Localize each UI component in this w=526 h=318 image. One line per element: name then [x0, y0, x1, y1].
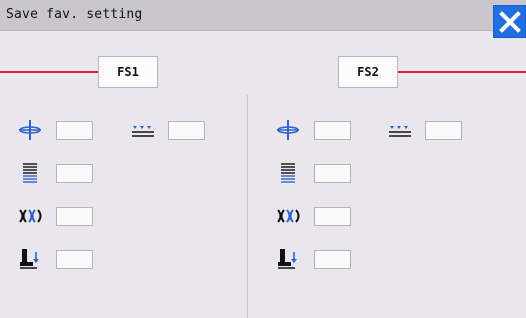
fs1-connector-line: [0, 71, 98, 73]
fs1-needle-position-field[interactable]: [56, 121, 93, 140]
fs1-stitch-length-field[interactable]: [56, 164, 93, 183]
window-title: Save fav. setting: [6, 7, 143, 22]
panel-divider: [247, 95, 248, 318]
title-bar: Save fav. setting: [0, 0, 526, 31]
close-icon: [498, 10, 521, 33]
presser-foot-icon: [20, 249, 39, 269]
feed-icon: [132, 126, 154, 137]
thread-tension-icon: [277, 209, 300, 223]
close-button[interactable]: [493, 5, 526, 38]
fs2-connector-line: [397, 71, 526, 73]
fs1-button[interactable]: FS1: [98, 56, 158, 88]
needle-position-icon: [19, 120, 41, 140]
stitch-length-icon: [23, 163, 37, 183]
thread-tension-icon: [19, 209, 42, 223]
dialog: Save fav. setting FS1 FS2: [0, 0, 526, 318]
fs2-stitch-length-field[interactable]: [314, 164, 351, 183]
stitch-length-icon: [281, 163, 295, 183]
fs2-presser-foot-field[interactable]: [314, 250, 351, 269]
feed-icon: [389, 126, 411, 137]
fs2-feed-field[interactable]: [425, 121, 462, 140]
fs2-button[interactable]: FS2: [338, 56, 398, 88]
fs2-thread-tension-field[interactable]: [314, 207, 351, 226]
fs2-needle-position-field[interactable]: [314, 121, 351, 140]
fs1-thread-tension-field[interactable]: [56, 207, 93, 226]
needle-position-icon: [277, 120, 299, 140]
fs1-feed-field[interactable]: [168, 121, 205, 140]
fs1-presser-foot-field[interactable]: [56, 250, 93, 269]
presser-foot-icon: [278, 249, 297, 269]
